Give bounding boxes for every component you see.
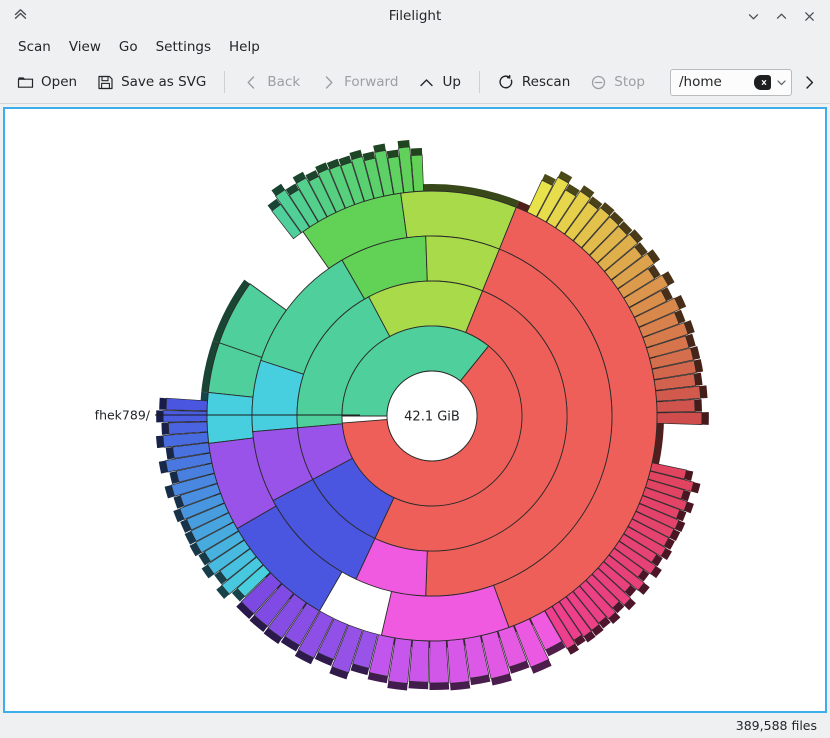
map-segment-leaf[interactable] <box>656 411 703 425</box>
path-input[interactable]: /home <box>679 74 754 90</box>
segment-shadow <box>410 148 423 156</box>
status-bar: 389,588 files <box>0 713 830 738</box>
segment-shadow <box>694 399 702 412</box>
menu-scan[interactable]: Scan <box>9 36 60 58</box>
minimize-button[interactable] <box>740 3 766 29</box>
radial-file-map[interactable]: 42.1 GiB fhek789/ <box>5 109 825 697</box>
path-combobox[interactable]: /home <box>670 68 792 96</box>
segment-shadow <box>161 422 169 435</box>
toolbar-separator-2 <box>478 71 480 93</box>
toolbar: Open Save as SVG Back Forward Up Rescan … <box>0 61 830 104</box>
save-as-svg-button[interactable]: Save as SVG <box>88 69 215 96</box>
clear-text-icon[interactable] <box>754 74 771 90</box>
window-title: Filelight <box>388 8 442 24</box>
rescan-label: Rescan <box>521 74 571 90</box>
segment-shadow <box>156 410 164 423</box>
up-label: Up <box>442 74 461 90</box>
radial-map-canvas[interactable]: 42.1 GiB fhek789/ <box>3 107 827 713</box>
rescan-button[interactable]: Rescan <box>489 69 579 96</box>
menu-bar: Scan View Go Settings Help <box>0 32 830 61</box>
canvas-wrapper: 42.1 GiB fhek789/ <box>0 104 830 713</box>
map-segment-leaf[interactable] <box>656 399 696 413</box>
open-label: Open <box>41 74 78 90</box>
map-callout-label: fhek789/ <box>95 408 151 423</box>
back-button[interactable]: Back <box>234 69 309 96</box>
map-center-label: 42.1 GiB <box>404 410 460 425</box>
chevron-down-icon[interactable] <box>774 76 788 89</box>
menu-settings[interactable]: Settings <box>147 36 220 58</box>
chevron-right-icon <box>320 74 337 91</box>
open-button[interactable]: Open <box>8 69 86 96</box>
refresh-icon <box>498 74 515 91</box>
save-as-svg-label: Save as SVG <box>121 74 207 90</box>
menu-go[interactable]: Go <box>110 36 147 58</box>
double-chevron-up-icon[interactable] <box>12 6 29 27</box>
path-go-button[interactable] <box>796 69 822 95</box>
title-bar: Filelight <box>0 0 830 32</box>
chevron-left-icon <box>243 74 260 91</box>
window-controls <box>740 3 830 29</box>
close-button[interactable] <box>796 3 822 29</box>
folder-icon <box>17 74 34 91</box>
map-segment[interactable] <box>206 391 254 444</box>
stop-label: Stop <box>614 74 645 90</box>
stop-button[interactable]: Stop <box>581 69 654 96</box>
floppy-disk-icon <box>97 74 114 91</box>
menu-view[interactable]: View <box>60 36 110 58</box>
title-bar-left <box>0 6 72 27</box>
forward-label: Forward <box>344 74 399 90</box>
stop-icon <box>590 74 607 91</box>
segment-shadow <box>701 412 709 425</box>
map-segment-leaf[interactable] <box>162 410 208 423</box>
menu-help[interactable]: Help <box>220 36 269 58</box>
map-segment-leaf[interactable] <box>429 640 450 684</box>
path-area: /home <box>670 68 822 96</box>
segment-shadow <box>159 397 167 410</box>
map-segment-leaf[interactable] <box>408 639 430 683</box>
file-count-label: 389,588 files <box>735 718 817 733</box>
segment-layer: 42.1 GiB fhek789/ <box>95 146 703 684</box>
toolbar-separator-1 <box>224 71 226 93</box>
forward-button[interactable]: Forward <box>311 69 407 96</box>
back-label: Back <box>267 74 301 90</box>
maximize-button[interactable] <box>768 3 794 29</box>
segment-shadow <box>429 682 450 691</box>
filelight-window: Filelight Scan View Go Settings Help Ope… <box>0 0 830 738</box>
chevron-up-icon <box>418 74 435 91</box>
up-button[interactable]: Up <box>409 69 469 96</box>
